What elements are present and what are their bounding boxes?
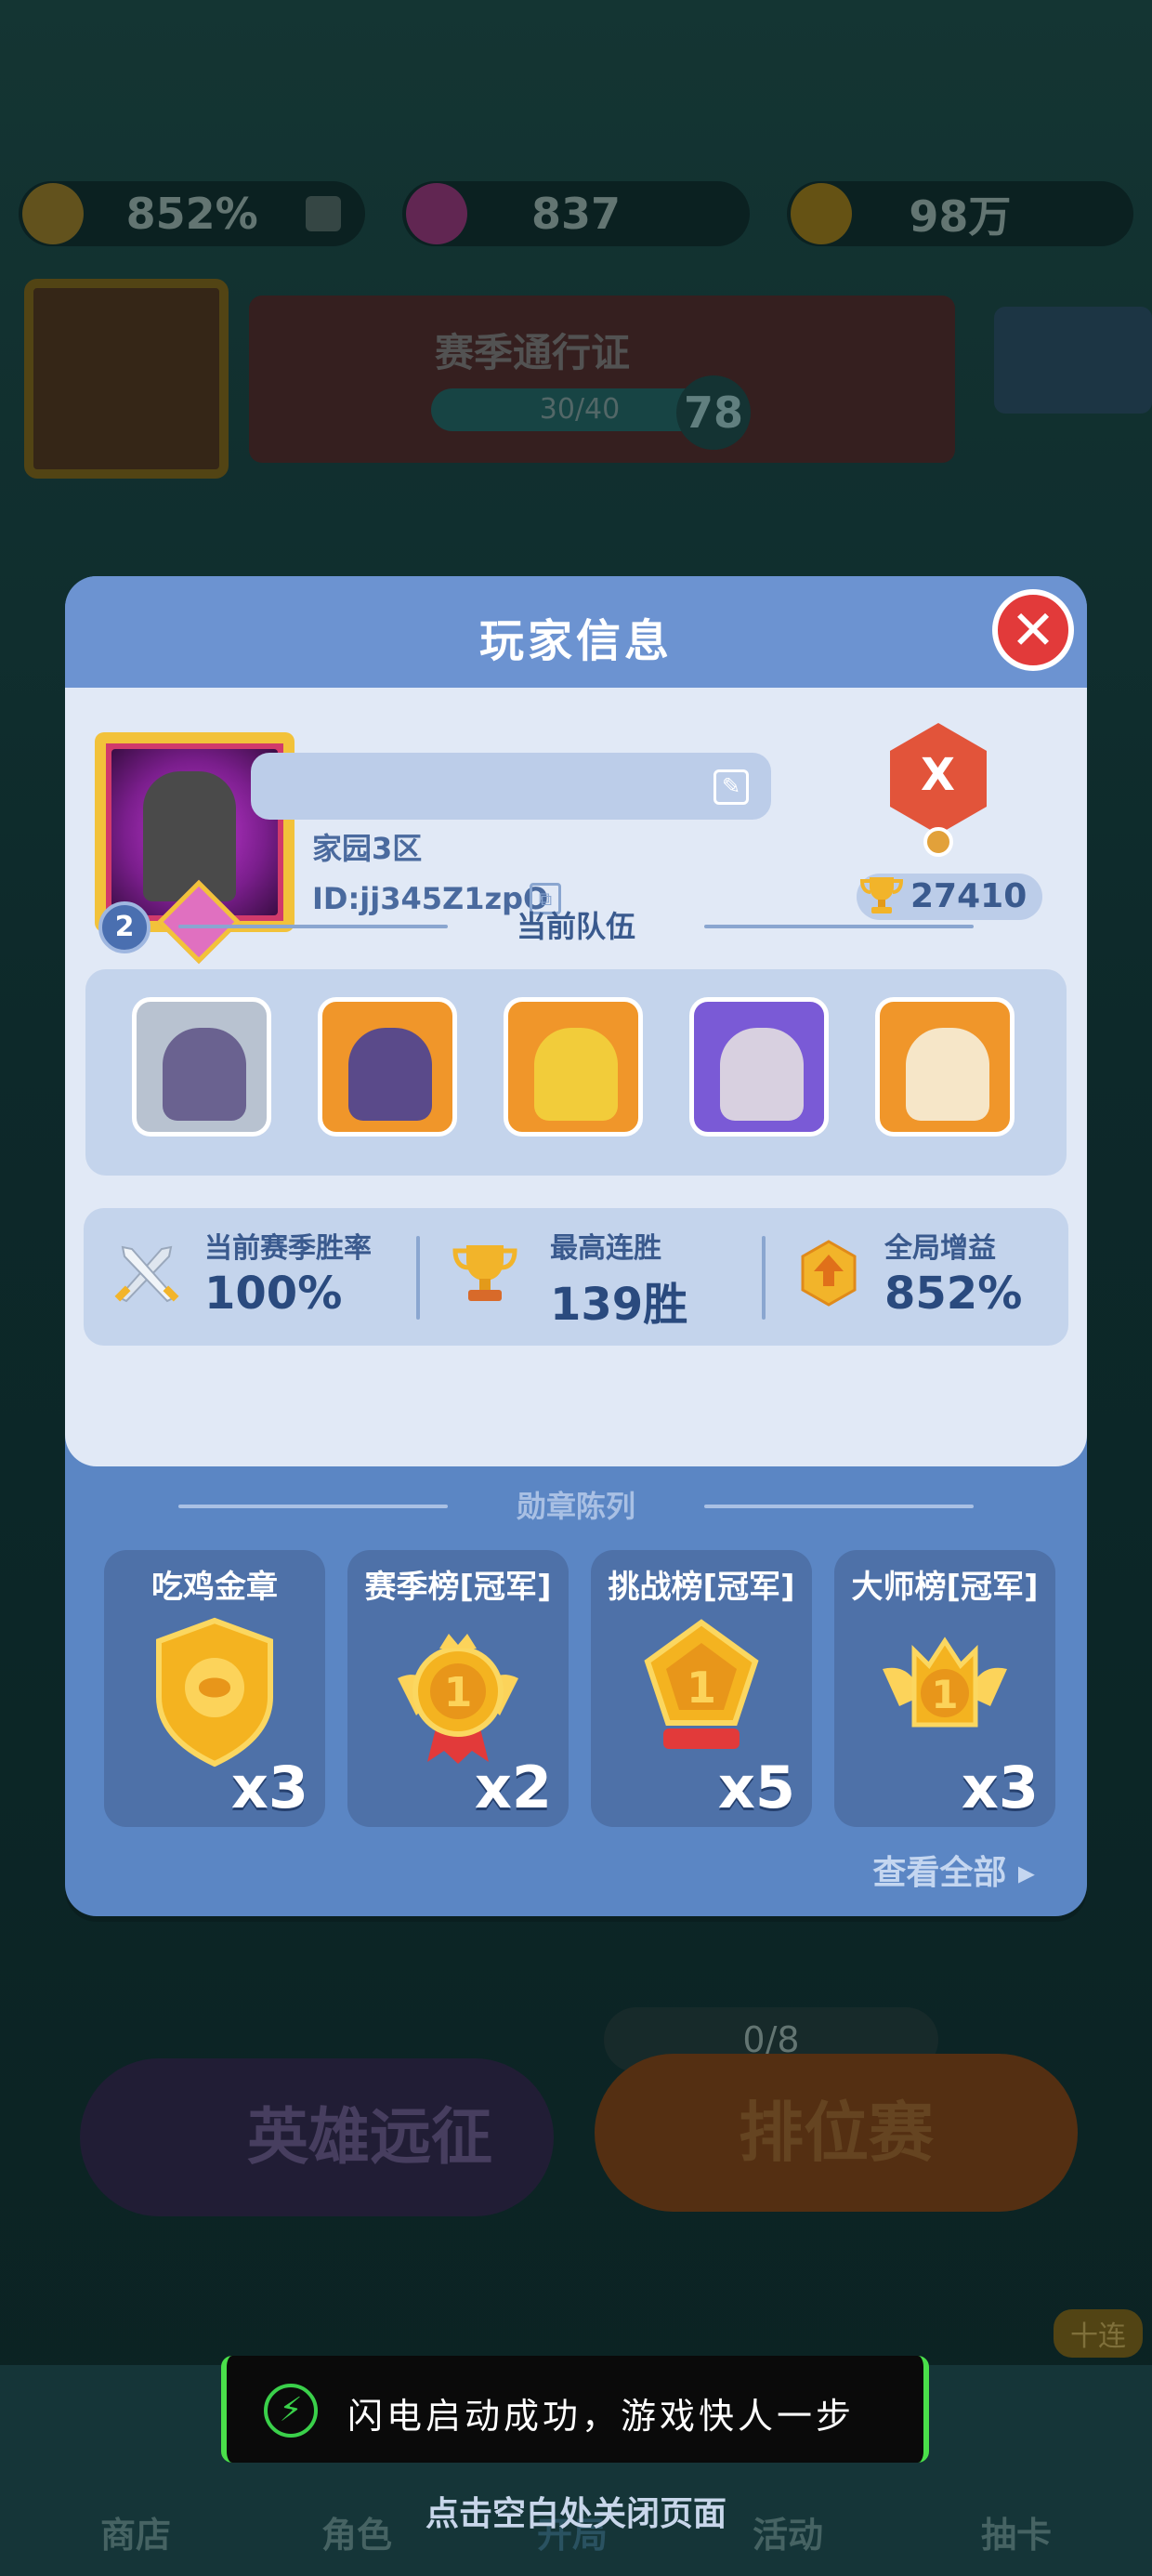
medal-title: 赛季榜[冠军] — [364, 1569, 552, 1606]
edit-name-icon[interactable]: ✎ — [713, 769, 749, 805]
server-name: 家园3区 — [312, 831, 423, 866]
team-hero-1[interactable] — [132, 997, 271, 1137]
stat-label: 当前赛季胜率 — [204, 1232, 372, 1265]
team-list — [85, 969, 1067, 1176]
team-hero-2[interactable] — [318, 997, 457, 1137]
medal-count: x3 — [230, 1754, 308, 1821]
chevron-right-icon: ▸ — [1017, 1854, 1035, 1892]
medal-section-header: 勋章陈列 — [65, 1483, 1087, 1526]
modal-title: 玩家信息 — [478, 615, 673, 667]
medal-card[interactable]: 赛季榜[冠军] 1 x2 — [347, 1550, 569, 1827]
stat-label: 全局增益 — [884, 1232, 996, 1265]
close-button[interactable]: ✕ — [992, 589, 1074, 671]
medal-title: 大师榜[冠军] — [851, 1569, 1039, 1606]
close-icon: ✕ — [1010, 598, 1056, 662]
divider-line — [704, 925, 974, 928]
stat-global-boost: 全局增益 852% — [884, 1225, 1022, 1320]
medal-count: x2 — [474, 1754, 552, 1821]
stat-value: 139胜 — [550, 1279, 688, 1331]
hero-dark-elf-icon — [163, 1028, 246, 1121]
medal-title: 吃鸡金章 — [151, 1569, 278, 1606]
view-all-label: 查看全部 — [872, 1854, 1007, 1892]
boost-icon — [801, 1240, 857, 1307]
view-all-button[interactable]: 查看全部 ▸ — [872, 1846, 1035, 1894]
divider-line — [178, 925, 448, 928]
medal-card[interactable]: 大师榜[冠军] 1 x3 — [834, 1550, 1055, 1827]
hero-masked-mage-icon — [720, 1028, 804, 1121]
medal-title: 挑战榜[冠军] — [608, 1569, 795, 1606]
stat-divider — [762, 1236, 766, 1320]
season-champion-medal-icon: 1 — [398, 1634, 518, 1764]
stat-value: 852% — [884, 1268, 1023, 1320]
medal-card[interactable]: 吃鸡金章 x3 — [104, 1550, 325, 1827]
hero-tiara-elf-icon — [348, 1028, 432, 1121]
player-name-field[interactable] — [251, 753, 771, 820]
team-section-title: 当前队伍 — [516, 909, 635, 944]
svg-text:1: 1 — [931, 1672, 958, 1717]
svg-text:1: 1 — [444, 1669, 473, 1716]
medal-list: 吃鸡金章 x3 赛季榜[冠军] 1 x2 挑战榜[冠军] 1 x5 大师榜[冠军… — [104, 1550, 1055, 1827]
lightning-icon: ⚡ — [264, 2384, 318, 2438]
team-section-header: 当前队伍 — [65, 903, 1087, 946]
hero-golden-knight-icon — [534, 1028, 618, 1121]
stat-divider — [416, 1236, 420, 1320]
crossed-swords-icon — [114, 1245, 179, 1303]
golden-chicken-medal-icon — [156, 1617, 273, 1768]
medal-count: x3 — [961, 1754, 1039, 1821]
medal-section-title: 勋章陈列 — [516, 1489, 635, 1524]
player-info-modal: 玩家信息 ✕ 2 ✎ 家园3区 ID:jj345Z1zpO ⧉ X 27410 … — [65, 576, 1087, 1916]
divider-line — [704, 1505, 974, 1508]
team-hero-5[interactable] — [875, 997, 1015, 1137]
rank-letter: X — [920, 749, 955, 801]
hero-angel-icon — [906, 1028, 989, 1121]
stat-win-rate: 当前赛季胜率 100% — [204, 1225, 372, 1320]
rank-dot — [923, 827, 953, 857]
master-champion-medal-icon: 1 — [883, 1636, 1007, 1728]
trophy-icon — [452, 1245, 517, 1301]
divider-line — [178, 1505, 448, 1508]
rank-badge: X — [866, 723, 1010, 867]
team-hero-3[interactable] — [504, 997, 643, 1137]
player-card: 2 ✎ 家园3区 ID:jj345Z1zpO ⧉ X 27410 当前队伍 当前… — [65, 688, 1087, 1466]
medal-card[interactable]: 挑战榜[冠军] 1 x5 — [591, 1550, 812, 1827]
toast-text: 闪电启动成功，游戏快人一步 — [347, 2396, 856, 2437]
stat-max-streak: 最高连胜 139胜 — [550, 1225, 687, 1333]
toast-notification: ⚡ 闪电启动成功，游戏快人一步 — [221, 2356, 929, 2463]
stat-value: 100% — [204, 1268, 343, 1320]
stats-panel: 当前赛季胜率 100% 最高连胜 139胜 全局增益 852% — [84, 1208, 1068, 1346]
challenge-champion-medal-icon: 1 — [644, 1619, 759, 1749]
avatar-hero — [143, 771, 236, 901]
stat-label: 最高连胜 — [550, 1232, 661, 1265]
close-hint: 点击空白处关闭页面 — [425, 2495, 727, 2533]
medal-count: x5 — [717, 1754, 795, 1821]
svg-text:1: 1 — [687, 1663, 716, 1713]
team-hero-4[interactable] — [689, 997, 829, 1137]
